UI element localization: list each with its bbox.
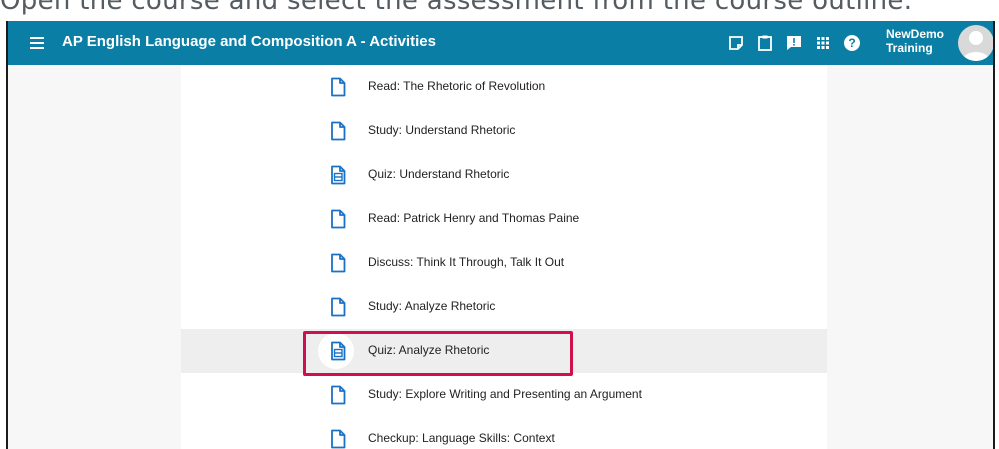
activity-row[interactable]: Read: Patrick Henry and Thomas Paine xyxy=(181,197,827,241)
activity-label: Study: Explore Writing and Presenting an… xyxy=(368,387,642,401)
quiz-icon xyxy=(327,340,349,362)
top-app-bar: AP English Language and Composition A - … xyxy=(8,21,993,65)
activity-label: Read: Patrick Henry and Thomas Paine xyxy=(368,211,580,225)
activity-label: Read: The Rhetoric of Revolution xyxy=(368,79,546,93)
user-name-line2: Training xyxy=(886,41,933,55)
activity-row[interactable]: Study: Explore Writing and Presenting an… xyxy=(181,373,827,417)
help-icon[interactable]: ? xyxy=(843,34,861,52)
activity-list: Read: The Rhetoric of Revolution Study: U… xyxy=(181,65,827,449)
document-icon xyxy=(327,384,349,406)
activity-row[interactable]: Discuss: Think It Through, Talk It Out xyxy=(181,241,827,285)
activity-label: Quiz: Understand Rhetoric xyxy=(368,167,510,181)
clipboard-icon[interactable] xyxy=(756,34,774,52)
avatar[interactable] xyxy=(958,25,993,61)
document-icon xyxy=(327,252,349,274)
activity-label: Discuss: Think It Through, Talk It Out xyxy=(368,255,565,269)
quiz-icon xyxy=(327,164,349,186)
activity-row[interactable]: Read: The Rhetoric of Revolution xyxy=(181,65,827,109)
instruction-caption: Open the course and select the assessmen… xyxy=(0,0,913,16)
activity-row[interactable]: Checkup: Language Skills: Context xyxy=(181,417,827,449)
document-icon xyxy=(327,296,349,318)
user-name-line1: NewDemo xyxy=(886,27,945,41)
activity-label: Checkup: Language Skills: Context xyxy=(368,431,555,445)
activity-label: Study: Understand Rhetoric xyxy=(368,123,516,137)
app-window: AP English Language and Composition A - … xyxy=(6,21,995,449)
document-icon xyxy=(327,76,349,98)
document-icon xyxy=(327,120,349,142)
svg-text:?: ? xyxy=(848,36,855,50)
activity-row[interactable]: Quiz: Understand Rhetoric xyxy=(181,153,827,197)
hamburger-menu-icon[interactable] xyxy=(28,34,46,52)
document-icon xyxy=(327,428,349,449)
activity-row[interactable]: Study: Understand Rhetoric xyxy=(181,109,827,153)
feedback-icon[interactable] xyxy=(785,34,803,52)
apps-grid-icon[interactable] xyxy=(814,34,832,52)
activity-row[interactable]: Quiz: Analyze Rhetoric xyxy=(181,329,827,373)
activity-label: Quiz: Analyze Rhetoric xyxy=(368,343,490,357)
user-account-name[interactable]: NewDemo Training xyxy=(886,27,944,55)
document-icon xyxy=(327,208,349,230)
notes-icon[interactable] xyxy=(727,34,745,52)
activity-label: Study: Analyze Rhetoric xyxy=(368,299,496,313)
page-title: AP English Language and Composition A - … xyxy=(62,33,436,50)
activity-row[interactable]: Study: Analyze Rhetoric xyxy=(181,285,827,329)
